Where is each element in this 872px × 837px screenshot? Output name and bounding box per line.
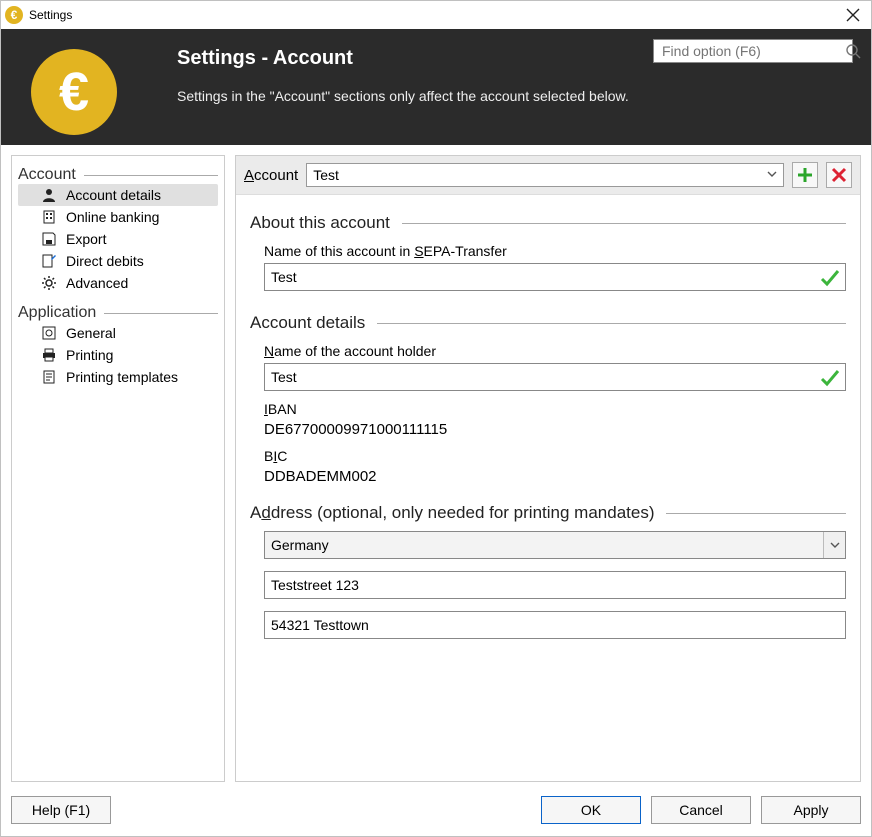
page-subtitle: Settings in the "Account" sections only … [177, 88, 629, 104]
section-about-account: About this account [250, 213, 846, 233]
street-input[interactable]: Teststreet 123 [264, 571, 846, 599]
holder-name-label: Name of the account holder [264, 343, 846, 359]
holder-name-value: Test [271, 369, 839, 385]
valid-check-icon [819, 267, 841, 292]
section-title: Address (optional, only needed for print… [250, 503, 654, 523]
content-area: About this account Name of this account … [236, 195, 860, 653]
help-button[interactable]: Help (F1) [11, 796, 111, 824]
sidebar-item-export[interactable]: Export [18, 228, 218, 250]
cancel-button-label: Cancel [679, 802, 723, 818]
sidebar-item-label: Advanced [66, 275, 128, 291]
sidebar-item-account-details[interactable]: Account details [18, 184, 218, 206]
section-account-details: Account details [250, 313, 846, 333]
sidebar-group-account-label: Account [18, 166, 76, 184]
account-selector-row: Account Test [236, 156, 860, 195]
sidebar-item-direct-debits[interactable]: Direct debits [18, 250, 218, 272]
sidebar-item-label: Account details [66, 187, 161, 203]
ok-button-label: OK [581, 802, 601, 818]
account-name-label: Name of this account in SEPA-Transfer [264, 243, 846, 259]
sidebar-item-label: Printing templates [66, 369, 178, 385]
plus-icon [796, 166, 814, 184]
window-close-button[interactable] [839, 1, 867, 29]
sidebar-item-label: Export [66, 231, 106, 247]
titlebar: € Settings [1, 1, 871, 29]
sidebar-group-application: Application [18, 304, 218, 322]
country-select[interactable]: Germany [264, 531, 846, 559]
ok-button[interactable]: OK [541, 796, 641, 824]
settings-window: € Settings € Settings - Account Settings… [0, 0, 872, 837]
person-icon [40, 187, 58, 203]
app-euro-icon: € [5, 6, 23, 24]
x-icon [830, 166, 848, 184]
sidebar-item-label: Online banking [66, 209, 159, 225]
bic-value: DDBADEMM002 [264, 468, 846, 485]
sidebar-item-printing[interactable]: Printing [18, 344, 218, 366]
city-value: 54321 Testtown [271, 617, 369, 633]
section-address: Address (optional, only needed for print… [250, 503, 846, 523]
street-value: Teststreet 123 [271, 577, 359, 593]
sidebar: Account Account details Online banking [11, 155, 225, 782]
country-value: Germany [271, 537, 329, 553]
section-title: Account details [250, 313, 365, 333]
search-option-field[interactable] [653, 39, 853, 63]
bic-label: BIC [264, 448, 846, 464]
sidebar-item-label: Direct debits [66, 253, 144, 269]
chevron-down-icon [765, 167, 779, 184]
account-name-input[interactable]: Test [264, 263, 846, 291]
apply-button[interactable]: Apply [761, 796, 861, 824]
building-icon [40, 209, 58, 225]
sidebar-item-general[interactable]: General [18, 322, 218, 344]
cancel-button[interactable]: Cancel [651, 796, 751, 824]
close-icon [846, 8, 860, 22]
section-title: About this account [250, 213, 390, 233]
edit-doc-icon [40, 253, 58, 269]
main-panel: Account Test [235, 155, 861, 782]
footer: Help (F1) OK Cancel Apply [1, 792, 871, 836]
template-icon [40, 369, 58, 385]
sidebar-item-advanced[interactable]: Advanced [18, 272, 218, 294]
account-name-value: Test [271, 269, 839, 285]
brand-circle: € [31, 49, 117, 135]
help-button-label: Help (F1) [32, 802, 90, 818]
account-select-value: Test [313, 167, 339, 183]
sidebar-item-label: Printing [66, 347, 113, 363]
search-icon [845, 43, 861, 59]
account-row-label: Account [244, 167, 298, 184]
page-title: Settings - Account [177, 47, 629, 70]
delete-account-button[interactable] [826, 162, 852, 188]
iban-label: IBAN [264, 401, 846, 417]
iban-value: DE67700009971000111115 [264, 421, 846, 438]
account-select[interactable]: Test [306, 163, 784, 187]
sidebar-item-online-banking[interactable]: Online banking [18, 206, 218, 228]
chevron-down-icon [823, 532, 845, 558]
sidebar-group-account: Account [18, 166, 218, 184]
sidebar-group-application-label: Application [18, 304, 96, 322]
settings-box-icon [40, 325, 58, 341]
city-input[interactable]: 54321 Testtown [264, 611, 846, 639]
save-icon [40, 231, 58, 247]
sidebar-item-label: General [66, 325, 116, 341]
body: Account Account details Online banking [1, 145, 871, 792]
gear-icon [40, 275, 58, 291]
valid-check-icon [819, 367, 841, 392]
window-title: Settings [29, 8, 72, 22]
euro-icon: € [59, 61, 89, 123]
apply-button-label: Apply [793, 802, 828, 818]
add-account-button[interactable] [792, 162, 818, 188]
holder-name-input[interactable]: Test [264, 363, 846, 391]
printer-icon [40, 347, 58, 363]
search-input[interactable] [660, 42, 845, 60]
header-band: € Settings - Account Settings in the "Ac… [1, 29, 871, 145]
sidebar-item-printing-templates[interactable]: Printing templates [18, 366, 218, 388]
